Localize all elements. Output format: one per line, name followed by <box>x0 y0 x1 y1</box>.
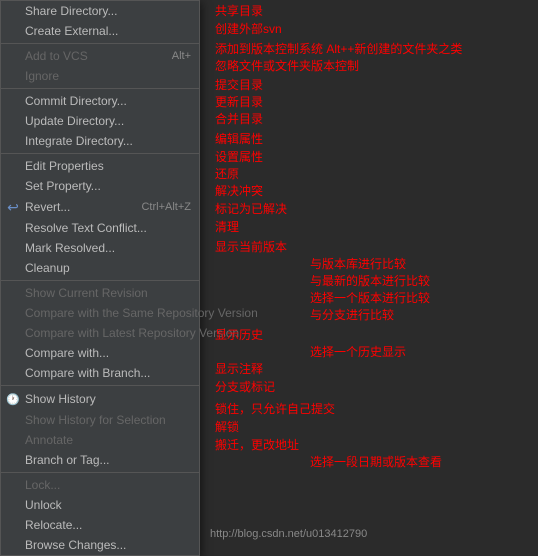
menu-item-show-current-revision: Show Current Revision <box>1 283 199 303</box>
menu-item-update-directory[interactable]: Update Directory... <box>1 111 199 131</box>
menu-item-label: Create External... <box>25 24 118 38</box>
menu-item-label: Show History for Selection <box>25 413 166 427</box>
menu-item-label: Resolve Text Conflict... <box>25 221 147 235</box>
menu-item-label: Compare with Latest Repository Version <box>25 326 239 340</box>
menu-item-shortcut: Ctrl+Alt+Z <box>141 201 191 213</box>
menu-item-label: Commit Directory... <box>25 94 127 108</box>
menu-item-label: Integrate Directory... <box>25 134 133 148</box>
menu-item-label: Revert... <box>25 200 70 214</box>
menu-item-edit-properties[interactable]: Edit Properties <box>1 156 199 176</box>
menu-item-label: Cleanup <box>25 261 70 275</box>
menu-item-label: Compare with... <box>25 346 109 360</box>
menu-item-browse-changes[interactable]: Browse Changes... <box>1 535 199 555</box>
menu-item-label: Ignore <box>25 69 59 83</box>
menu-item-ignore: Ignore <box>1 66 199 86</box>
revert-icon: ↩ <box>5 199 21 215</box>
menu-item-compare-with[interactable]: Compare with... <box>1 343 199 363</box>
menu-separator <box>1 385 199 386</box>
menu-item-set-property[interactable]: Set Property... <box>1 176 199 196</box>
menu-item-label: Annotate <box>25 433 73 447</box>
menu-item-compare-latest-repo: Compare with Latest Repository Version <box>1 323 199 343</box>
menu-item-annotate: Annotate <box>1 430 199 450</box>
menu-item-revert[interactable]: ↩ Revert... Ctrl+Alt+Z <box>1 196 199 218</box>
menu-item-label: Update Directory... <box>25 114 124 128</box>
menu-item-show-history[interactable]: 🕐 Show History <box>1 388 199 410</box>
menu-item-label: Show History <box>25 392 96 406</box>
menu-item-share-directory[interactable]: Share Directory... <box>1 1 199 21</box>
menu-separator <box>1 88 199 89</box>
menu-item-mark-resolved[interactable]: Mark Resolved... <box>1 238 199 258</box>
menu-item-label: Set Property... <box>25 179 101 193</box>
menu-separator <box>1 43 199 44</box>
menu-item-shortcut: Alt+ <box>172 50 191 62</box>
menu-item-commit-directory[interactable]: Commit Directory... <box>1 91 199 111</box>
menu-item-show-history-selection: Show History for Selection <box>1 410 199 430</box>
menu-item-compare-branch[interactable]: Compare with Branch... <box>1 363 199 383</box>
menu-item-label: Edit Properties <box>25 159 104 173</box>
menu-item-label: Mark Resolved... <box>25 241 115 255</box>
menu-item-relocate[interactable]: Relocate... <box>1 515 199 535</box>
menu-item-label: Branch or Tag... <box>25 453 110 467</box>
history-icon: 🕐 <box>5 391 21 407</box>
menu-item-unlock[interactable]: Unlock <box>1 495 199 515</box>
menu-item-label: Show Current Revision <box>25 286 148 300</box>
menu-item-label: Unlock <box>25 498 62 512</box>
menu-item-integrate-directory[interactable]: Integrate Directory... <box>1 131 199 151</box>
menu-item-resolve-text[interactable]: Resolve Text Conflict... <box>1 218 199 238</box>
menu-item-label: Lock... <box>25 478 60 492</box>
menu-separator <box>1 153 199 154</box>
menu-separator <box>1 280 199 281</box>
menu-item-label: Compare with the Same Repository Version <box>25 306 258 320</box>
menu-item-label: Browse Changes... <box>25 538 126 552</box>
menu-item-compare-same-repo: Compare with the Same Repository Version <box>1 303 199 323</box>
menu-item-label: Add to VCS <box>25 49 88 63</box>
menu-item-add-to-vcs: Add to VCS Alt+ <box>1 46 199 66</box>
context-menu-container: Share Directory... Create External... Add … <box>0 0 538 552</box>
menu-separator <box>1 472 199 473</box>
menu-item-create-external[interactable]: Create External... <box>1 21 199 41</box>
menu-item-cleanup[interactable]: Cleanup <box>1 258 199 278</box>
menu-item-lock: Lock... <box>1 475 199 495</box>
menu-item-label: Compare with Branch... <box>25 366 150 380</box>
context-menu: Share Directory... Create External... Add … <box>0 0 200 556</box>
menu-item-label: Share Directory... <box>25 4 117 18</box>
menu-item-label: Relocate... <box>25 518 82 532</box>
menu-item-branch-or-tag[interactable]: Branch or Tag... <box>1 450 199 470</box>
